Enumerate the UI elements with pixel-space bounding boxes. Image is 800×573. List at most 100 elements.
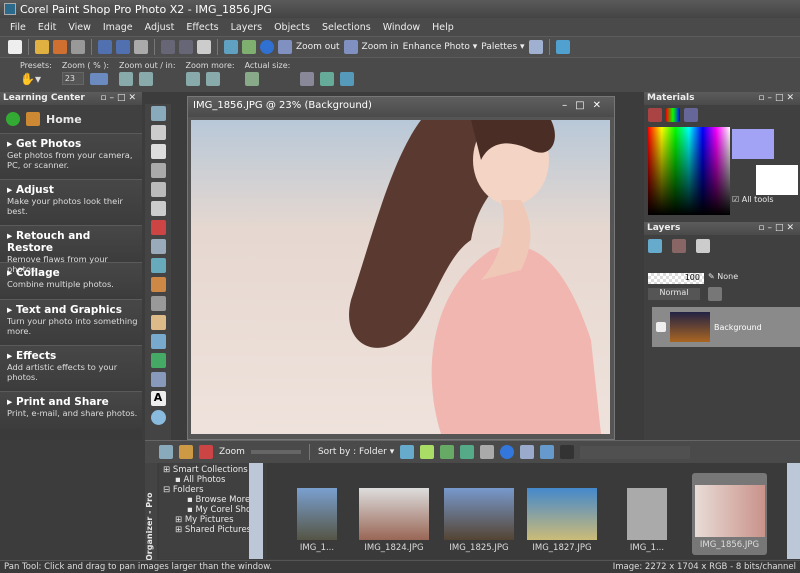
folder-icon[interactable]	[179, 445, 193, 459]
menu-file[interactable]: File	[4, 22, 32, 33]
workspace-icon[interactable]	[528, 40, 543, 54]
home-label[interactable]: Home	[46, 113, 82, 126]
zoom-more-out-icon[interactable]	[185, 72, 200, 86]
sort-dropdown[interactable]: Sort by : Folder ▾	[318, 447, 394, 457]
clone-tool-icon[interactable]	[150, 258, 166, 273]
menu-view[interactable]: View	[62, 22, 97, 33]
makeover-tool-icon[interactable]	[150, 239, 166, 254]
enhance-icon[interactable]	[420, 445, 435, 459]
scan-icon[interactable]	[71, 40, 85, 54]
print-icon[interactable]	[134, 40, 148, 54]
save-icon[interactable]	[98, 40, 112, 54]
thumbnail[interactable]: IMG_1...	[292, 488, 342, 553]
palettes-dropdown[interactable]: Palettes ▾	[481, 42, 524, 52]
zoom-slider[interactable]	[250, 450, 301, 454]
menu-layers[interactable]: Layers	[225, 22, 268, 33]
print-icon[interactable]	[480, 445, 495, 459]
thumbnail-scrollbar[interactable]	[787, 463, 800, 559]
menu-selections[interactable]: Selections	[316, 22, 377, 33]
save-as-icon[interactable]	[116, 40, 130, 54]
tree-item[interactable]: ⊞ Smart Collections	[159, 465, 263, 475]
blend-mode-dropdown[interactable]: Normal	[648, 288, 700, 300]
menu-image[interactable]: Image	[97, 22, 139, 33]
selection-tool-icon[interactable]	[150, 144, 166, 159]
image-canvas[interactable]	[191, 120, 610, 434]
foreground-swatch[interactable]	[732, 129, 774, 159]
zoom-spinner[interactable]	[89, 72, 108, 85]
zoom-out-icon[interactable]	[278, 40, 292, 54]
enhance-photo-dropdown[interactable]: Enhance Photo ▾	[403, 42, 478, 52]
thumbnail[interactable]: IMG_1...	[622, 488, 672, 553]
info-icon[interactable]	[260, 40, 274, 54]
tree-item[interactable]: ▪ Browse More	[159, 495, 263, 505]
palette-controls[interactable]: ▫–□✕	[758, 93, 797, 104]
thumbnail[interactable]: IMG_1825.JPG	[442, 488, 516, 553]
menu-effects[interactable]: Effects	[180, 22, 224, 33]
lc-item-effects[interactable]: ▸ Effects Add artistic effects to your ph…	[0, 345, 142, 391]
share-icon[interactable]	[555, 40, 570, 54]
shape-tool-icon[interactable]	[150, 410, 166, 425]
back-icon[interactable]	[6, 112, 20, 126]
tree-item[interactable]: ▪ All Photos	[159, 475, 263, 485]
info-icon[interactable]	[500, 445, 515, 459]
undo-icon[interactable]	[161, 40, 175, 54]
edit-icon[interactable]	[460, 445, 475, 459]
straighten-tool-icon[interactable]	[150, 201, 166, 216]
pick-tool-icon[interactable]	[150, 125, 166, 140]
dropper-tool-icon[interactable]	[150, 163, 166, 178]
fit-image-icon[interactable]	[320, 72, 335, 86]
home-icon[interactable]	[26, 112, 40, 126]
layer-row-background[interactable]: Background	[652, 307, 800, 347]
lc-item-text-graphics[interactable]: ▸ Text and Graphics Turn your photo into …	[0, 299, 142, 345]
tree-item[interactable]: ⊟ Folders	[159, 485, 263, 495]
new-file-icon[interactable]	[8, 40, 22, 54]
one-step-fix-icon[interactable]	[224, 40, 238, 54]
gear-icon[interactable]	[159, 445, 173, 459]
flood-fill-icon[interactable]	[150, 353, 166, 368]
fit-window-icon[interactable]	[300, 72, 315, 86]
zoom-more-in-icon[interactable]	[205, 72, 220, 86]
lc-item-collage[interactable]: ▸ Collage Combine multiple photos.	[0, 262, 142, 299]
menu-help[interactable]: Help	[426, 22, 460, 33]
background-swatch[interactable]	[756, 165, 798, 195]
lc-item-retouch[interactable]: ▸ Retouch and Restore Remove flaws from y…	[0, 225, 142, 274]
fix-icon[interactable]	[400, 445, 415, 459]
zoom-out-icon[interactable]	[119, 72, 134, 86]
tree-item[interactable]: ⊞ Shared Pictures	[159, 525, 263, 535]
zoom-out-button[interactable]: Zoom out	[296, 42, 340, 52]
crop-tool-icon[interactable]	[150, 182, 166, 197]
history-icon[interactable]	[197, 40, 211, 54]
menu-edit[interactable]: Edit	[32, 22, 62, 33]
tree-item[interactable]: ▪ My Corel Shots	[159, 505, 263, 515]
picture-tube-icon[interactable]	[150, 372, 166, 387]
mask-dropdown[interactable]: ✎ None	[708, 272, 738, 281]
zoom-in-icon[interactable]	[343, 40, 358, 54]
smart-fix-icon[interactable]	[242, 40, 256, 54]
thumbnail-selected[interactable]: IMG_1856.JPG	[692, 473, 767, 555]
mask-icon[interactable]	[696, 239, 710, 253]
zoom-percent-input[interactable]: 23	[61, 72, 84, 85]
dodge-tool-icon[interactable]	[150, 315, 166, 330]
color-replacer-icon[interactable]	[150, 334, 166, 349]
eraser-tool-icon[interactable]	[150, 296, 166, 311]
tree-item[interactable]: ⊞ My Pictures	[159, 515, 263, 525]
zoom-in-icon[interactable]	[139, 72, 154, 86]
window-controls[interactable]: –□✕	[562, 100, 609, 114]
palette-controls[interactable]: ▫–□✕	[758, 223, 797, 234]
lc-item-print-share[interactable]: ▸ Print and Share Print, e-mail, and shar…	[0, 391, 142, 429]
opacity-slider[interactable]: 100	[648, 273, 704, 284]
thumbnail[interactable]: IMG_1827.JPG	[525, 488, 599, 553]
menu-adjust[interactable]: Adjust	[139, 22, 181, 33]
email-icon[interactable]	[520, 445, 535, 459]
presets-dropdown[interactable]: ✋▾	[20, 72, 52, 86]
tree-scrollbar[interactable]	[249, 463, 263, 559]
lc-item-get-photos[interactable]: ▸ Get Photos Get photos from your camera,…	[0, 133, 142, 179]
open-folder-icon[interactable]	[35, 40, 49, 54]
color-picker[interactable]	[648, 127, 730, 215]
share-icon[interactable]	[540, 445, 555, 459]
redo-icon[interactable]	[179, 40, 193, 54]
menu-objects[interactable]: Objects	[268, 22, 316, 33]
all-tools-checkbox[interactable]: ☑ All tools	[732, 195, 774, 204]
lc-item-adjust[interactable]: ▸ Adjust Make your photos look their best…	[0, 179, 142, 225]
tab-swatches[interactable]	[684, 108, 698, 122]
